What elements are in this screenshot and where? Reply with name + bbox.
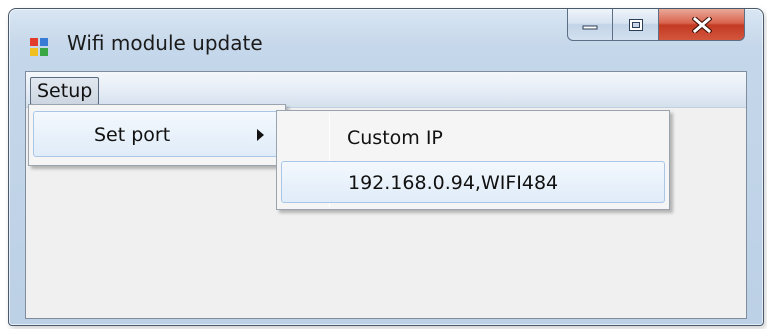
minimize-icon bbox=[582, 25, 598, 29]
submenu-arrow-icon bbox=[257, 129, 264, 141]
maximize-button[interactable] bbox=[613, 9, 659, 41]
maximize-icon bbox=[628, 18, 643, 31]
submenu-item-ip-entry[interactable]: 192.168.0.94,WIFI484 bbox=[281, 161, 665, 203]
submenu-item-label: 192.168.0.94,WIFI484 bbox=[348, 172, 559, 194]
submenu-item-label: Custom IP bbox=[347, 127, 443, 149]
setup-dropdown-menu: Set port bbox=[28, 104, 286, 166]
title-bar[interactable]: Wifi module update bbox=[9, 9, 763, 71]
menu-item-label: Set port bbox=[94, 124, 171, 146]
menu-bar: Setup bbox=[26, 72, 746, 108]
submenu-item-custom-ip[interactable]: Custom IP bbox=[281, 117, 665, 159]
set-port-submenu: Custom IP 192.168.0.94,WIFI484 bbox=[276, 110, 670, 210]
close-button[interactable] bbox=[659, 9, 745, 41]
window-title: Wifi module update bbox=[67, 31, 263, 55]
close-icon bbox=[691, 16, 712, 33]
menu-setup[interactable]: Setup bbox=[30, 77, 100, 105]
caption-buttons bbox=[567, 9, 745, 43]
menu-item-set-port[interactable]: Set port bbox=[33, 111, 281, 157]
app-window-icon bbox=[30, 38, 48, 56]
minimize-button[interactable] bbox=[567, 9, 613, 41]
